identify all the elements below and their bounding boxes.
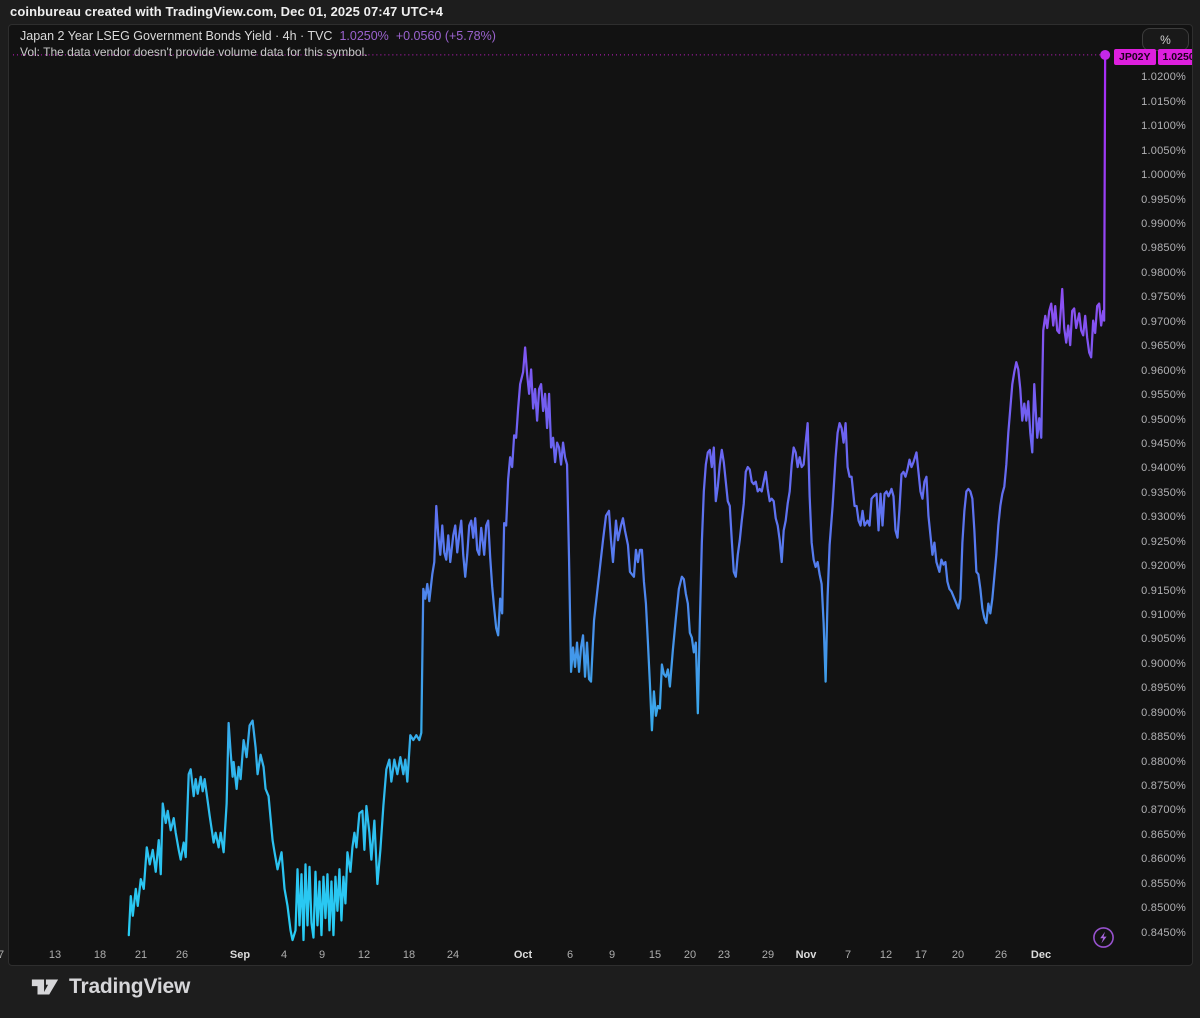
last-price-tag: JP02Y 1.0250% (1114, 49, 1193, 65)
time-axis-label: 17 (915, 949, 927, 961)
price-axis-label: 0.9500% (1110, 414, 1186, 426)
tradingview-logo-link[interactable]: TradingView (30, 975, 190, 999)
time-axis-label: 7 (845, 949, 851, 961)
symbol-title: Japan 2 Year LSEG Government Bonds Yield… (20, 29, 332, 43)
price-tag-symbol: JP02Y (1114, 49, 1156, 65)
price-axis-label: 0.9550% (1110, 389, 1186, 401)
time-axis-label: 24 (447, 949, 459, 961)
price-axis-label: 0.9750% (1110, 291, 1186, 303)
go-to-realtime-button[interactable] (1092, 926, 1115, 949)
time-axis-label: 26 (995, 949, 1007, 961)
price-axis-label: 0.8500% (1110, 902, 1186, 914)
time-axis-label: 7 (0, 949, 4, 961)
price-axis-label: 0.9650% (1110, 340, 1186, 352)
attribution-text: coinbureau created with TradingView.com,… (10, 4, 443, 19)
price-axis-label: 1.0050% (1110, 145, 1186, 157)
price-chart-canvas[interactable] (9, 25, 1192, 965)
price-axis-label: 1.0150% (1110, 96, 1186, 108)
price-axis-label: 0.8450% (1110, 927, 1186, 939)
price-axis-label: 0.8800% (1110, 756, 1186, 768)
price-axis-label: 0.9050% (1110, 633, 1186, 645)
time-axis-label: 12 (880, 949, 892, 961)
price-change: +0.0560 (+5.78%) (396, 29, 496, 43)
price-axis-label: 0.9950% (1110, 194, 1186, 206)
price-axis-label: 0.9000% (1110, 658, 1186, 670)
price-axis-label: 0.9900% (1110, 218, 1186, 230)
price-axis-label: 0.9350% (1110, 487, 1186, 499)
price-axis-label: 0.9100% (1110, 609, 1186, 621)
time-axis-label: Oct (514, 949, 532, 961)
price-axis-label: 0.8650% (1110, 829, 1186, 841)
last-price-value: 1.0250% (339, 29, 388, 43)
time-axis[interactable]: 7 13 18 21 26 Sep 4 9 12 18 24 Oct 6 9 15 20 23 29 Nov 7 12 1… (0, 949, 1200, 966)
time-axis-label: Sep (230, 949, 250, 961)
price-axis-label: 0.9200% (1110, 560, 1186, 572)
time-axis-label: 13 (49, 949, 61, 961)
yield-line-series (129, 55, 1105, 940)
footer-bar: TradingView (0, 966, 1200, 1018)
time-axis-label: 15 (649, 949, 661, 961)
price-axis-label: 0.9400% (1110, 462, 1186, 474)
price-axis-label: 0.8950% (1110, 682, 1186, 694)
percent-scale-button[interactable]: % (1142, 28, 1189, 51)
time-axis-label: 6 (567, 949, 573, 961)
price-axis-label: 0.8750% (1110, 780, 1186, 792)
time-axis-label: 18 (403, 949, 415, 961)
price-axis-label: 0.9150% (1110, 585, 1186, 597)
time-axis-label: 4 (281, 949, 287, 961)
price-axis-label: 0.9800% (1110, 267, 1186, 279)
attribution-bar: coinbureau created with TradingView.com,… (0, 0, 1200, 24)
price-axis-label: 1.0100% (1110, 120, 1186, 132)
lightning-icon (1092, 926, 1115, 949)
time-axis-label: 18 (94, 949, 106, 961)
price-axis-label: 0.9700% (1110, 316, 1186, 328)
time-axis-label: 23 (718, 949, 730, 961)
price-axis-label: 0.8550% (1110, 878, 1186, 890)
time-axis-label: Dec (1031, 949, 1051, 961)
chart-pane[interactable]: Japan 2 Year LSEG Government Bonds Yield… (8, 24, 1193, 966)
price-axis-label: 0.8600% (1110, 853, 1186, 865)
time-axis-label: 9 (319, 949, 325, 961)
price-axis-label: 0.8900% (1110, 707, 1186, 719)
time-axis-label: 26 (176, 949, 188, 961)
price-axis-label: 0.8700% (1110, 804, 1186, 816)
price-tag-value: 1.0250% (1158, 49, 1193, 65)
time-axis-label: 9 (609, 949, 615, 961)
time-axis-label: 12 (358, 949, 370, 961)
price-axis-label: 0.8850% (1110, 731, 1186, 743)
price-axis[interactable]: 1.0200% 1.0150% 1.0100% 1.0050% 1.0000% 0.995… (1110, 0, 1190, 966)
price-axis-label: 0.9250% (1110, 536, 1186, 548)
price-axis-label: 0.9300% (1110, 511, 1186, 523)
tradingview-logo-icon (30, 976, 60, 999)
time-axis-label: 20 (952, 949, 964, 961)
price-axis-label: 0.9850% (1110, 242, 1186, 254)
last-price-dot (1100, 50, 1110, 60)
time-axis-label: 29 (762, 949, 774, 961)
price-axis-label: 0.9450% (1110, 438, 1186, 450)
time-axis-label: 21 (135, 949, 147, 961)
tradingview-wordmark: TradingView (69, 975, 190, 999)
price-axis-label: 1.0000% (1110, 169, 1186, 181)
price-axis-label: 1.0200% (1110, 71, 1186, 83)
price-axis-label: 0.9600% (1110, 365, 1186, 377)
tradingview-widget: coinbureau created with TradingView.com,… (0, 0, 1200, 1018)
time-axis-label: Nov (796, 949, 817, 961)
time-axis-label: 20 (684, 949, 696, 961)
chart-legend: Japan 2 Year LSEG Government Bonds Yield… (20, 28, 496, 60)
volume-note: Vol: The data vendor doesn't provide vol… (20, 45, 368, 59)
